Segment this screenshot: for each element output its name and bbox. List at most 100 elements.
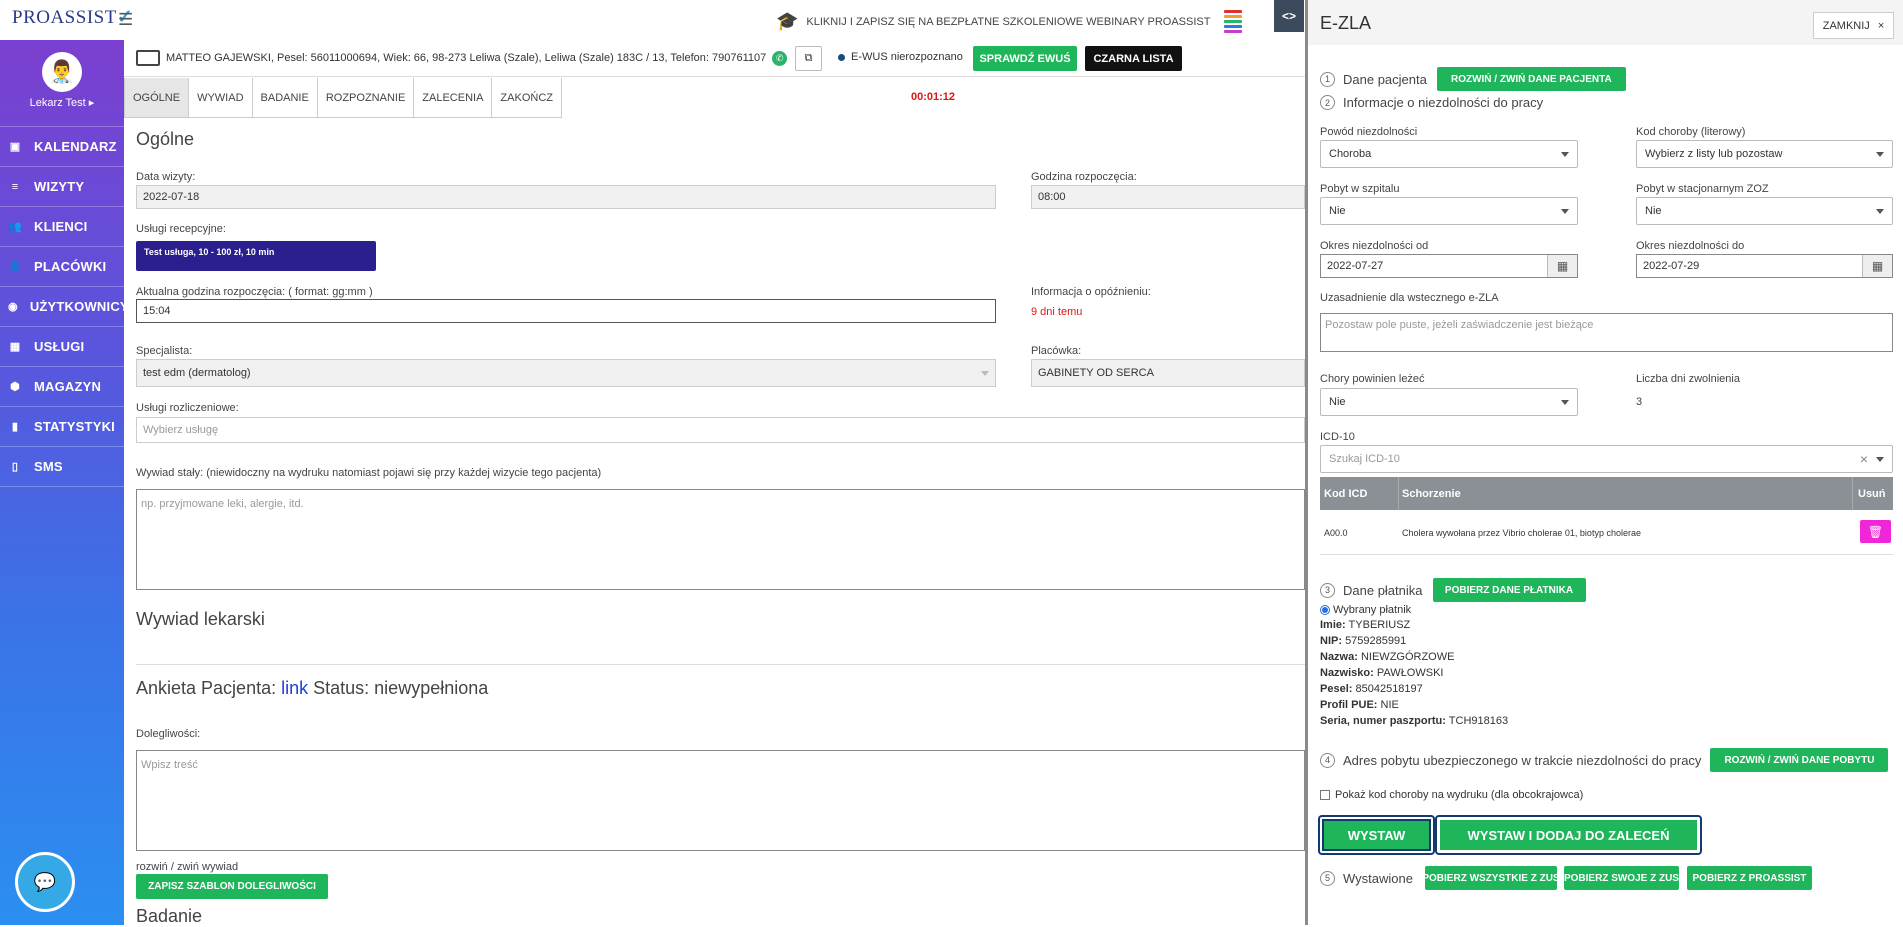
calendar-icon[interactable]: ▦ — [1547, 255, 1577, 277]
reason-select[interactable]: Choroba — [1320, 140, 1578, 168]
show-code-checkbox[interactable]: Pokaż kod choroby na wydruku (dla obcokr… — [1320, 789, 1583, 801]
icd-search-input[interactable]: Szukaj ICD-10 × — [1320, 445, 1893, 473]
sidebar-item-label: SMS — [34, 459, 63, 474]
section-patient-data: 1 Dane pacjenta ROZWIŃ / ZWIŃ DANE PACJE… — [1320, 67, 1626, 91]
tab-3[interactable]: ROZPOZNANIE — [317, 78, 415, 118]
tab-5[interactable]: ZAKOŃCZ — [492, 78, 562, 118]
icd-disease: Cholera wywołana przez Vibrio cholerae 0… — [1402, 528, 1641, 538]
hospital-select[interactable]: Nie — [1320, 197, 1578, 225]
color-bar — [1224, 15, 1243, 18]
tab-1[interactable]: WYWIAD — [189, 78, 253, 118]
sidebar-item-5[interactable]: ▦ USŁUGI — [0, 327, 124, 367]
check-ewus-button[interactable]: SPRAWDŹ EWUŚ — [973, 46, 1077, 71]
lying-select[interactable]: Nie — [1320, 388, 1578, 416]
period-to-input[interactable]: 2022-07-29 ▦ — [1636, 254, 1893, 278]
reception-service-tag[interactable]: Test usługa, 10 - 100 zł, 10 min — [136, 241, 376, 271]
chevron-down-icon — [1561, 399, 1569, 405]
tab-0[interactable]: OGÓLNE — [124, 78, 190, 118]
toggle-address-button[interactable]: ROZWIŃ / ZWIŃ DANE POBYTU — [1710, 748, 1889, 772]
patient-bar: MATTEO GAJEWSKI, Pesel: 56011000694, Wie… — [124, 40, 1305, 77]
current-time-input[interactable]: 15:04 — [136, 299, 996, 323]
color-bar — [1224, 30, 1243, 33]
id-card-icon — [136, 50, 160, 66]
tab-2[interactable]: BADANIE — [252, 78, 318, 118]
users-icon: 👥 — [8, 221, 22, 233]
step-number: 2 — [1320, 95, 1335, 110]
reason-label: Powód niezdolności — [1320, 126, 1418, 138]
phone-icon[interactable]: ✆ — [772, 50, 788, 66]
sidebar-item-4[interactable]: ◉ UŻYTKOWNICY — [0, 287, 129, 327]
chevron-down-icon — [1876, 456, 1884, 462]
panel-title: E-ZLA — [1320, 13, 1372, 33]
start-time-field[interactable]: 08:00 — [1031, 185, 1305, 209]
days-label: Liczba dni zwolnienia — [1636, 373, 1740, 385]
justification-textarea[interactable]: Pozostaw pole puste, jeżeli zaświadczeni… — [1320, 313, 1893, 352]
facility-field[interactable]: GABINETY OD SERCA — [1031, 359, 1305, 387]
step-number: 5 — [1320, 870, 1335, 886]
sidebar-item-8[interactable]: ▯ SMS — [0, 447, 124, 487]
hamburger-menu-icon[interactable]: ☰ — [118, 10, 133, 30]
fetch-own-zus-button[interactable]: POBIERZ SWOJE Z ZUS — [1563, 866, 1679, 890]
radio-checked-icon[interactable] — [1320, 605, 1330, 615]
blacklist-button[interactable]: CZARNA LISTA — [1085, 46, 1182, 71]
page-title: Ogólne — [136, 129, 195, 149]
specialist-value: test edm (dermatolog) — [143, 367, 251, 379]
checkbox-icon[interactable] — [1320, 790, 1330, 800]
issue-and-add-button[interactable]: WYSTAW I DODAJ DO ZALECEŃ — [1437, 817, 1700, 853]
sidebar: 👨‍⚕️ Lekarz Test ▸ ▣ KALENDARZ ≡ WIZYTY 👥 KLI… — [0, 40, 129, 925]
user-profile[interactable]: 👨‍⚕️ Lekarz Test ▸ — [0, 52, 124, 127]
issue-button[interactable]: WYSTAW — [1320, 817, 1433, 853]
username[interactable]: Lekarz Test ▸ — [0, 96, 124, 109]
survey-link[interactable]: link — [281, 678, 308, 698]
calendar-icon: ▣ — [9, 141, 21, 153]
complaints-textarea[interactable]: Wpisz treść — [136, 750, 1305, 851]
building-user-icon: 👤 — [8, 261, 22, 273]
permanent-history-label: Wywiad stały: (niewidoczny na wydruku na… — [136, 467, 602, 479]
tab-4[interactable]: ZALECENIA — [414, 78, 493, 118]
visit-date-field[interactable]: 2022-07-18 — [136, 185, 996, 209]
sidebar-item-0[interactable]: ▣ KALENDARZ — [0, 127, 124, 167]
fetch-proassist-button[interactable]: POBIERZ Z PROASSIST — [1686, 866, 1812, 890]
logo[interactable]: PROASSIST✓ — [12, 6, 133, 29]
announcement-text[interactable]: KLIKNIJ I ZAPISZ SIĘ NA BEZPŁATNE SZKOLE… — [806, 16, 1210, 28]
webinar-announcement[interactable]: 🎓 KLIKNIJ I ZAPISZ SIĘ NA BEZPŁATNE SZKO… — [776, 10, 1243, 33]
icd-table-header: Kod ICD Schorzenie Usuń — [1320, 477, 1893, 510]
permanent-history-textarea[interactable]: np. przyjmowane leki, alergie, itd. — [136, 489, 1305, 590]
toggle-patient-data-button[interactable]: ROZWIŃ / ZWIŃ DANE PACJENTA — [1436, 67, 1626, 91]
period-from-input[interactable]: 2022-07-27 ▦ — [1320, 254, 1578, 278]
step-number: 3 — [1320, 582, 1335, 598]
section-issued: 5 Wystawione POBIERZ WSZYSTKIE Z ZUS POB… — [1320, 866, 1812, 890]
delay-label: Informacja o opóźnieniu: — [1031, 286, 1151, 298]
disease-code-label: Kod choroby (literowy) — [1636, 126, 1746, 138]
sidebar-item-3[interactable]: 👤 PLACÓWKI — [0, 247, 124, 287]
sidebar-item-1[interactable]: ≡ WIZYTY — [0, 167, 124, 207]
box-icon: ⬢ — [10, 381, 20, 393]
sidebar-item-2[interactable]: 👥 KLIENCI — [0, 207, 124, 247]
fetch-all-zus-button[interactable]: POBIERZ WSZYSTKIE Z ZUS — [1422, 866, 1560, 890]
sidebar-item-label: USŁUGI — [34, 339, 85, 354]
visit-tabs: OGÓLNE WYWIAD BADANIE ROZPOZNANIE ZALECENIA Z… — [124, 78, 562, 118]
billing-services-select[interactable]: Wybierz usługę — [136, 417, 1305, 443]
save-template-button[interactable]: ZAPISZ SZABLON DOLEGLIWOŚCI — [136, 874, 328, 899]
specialist-select[interactable]: test edm (dermatolog) — [136, 359, 996, 387]
complaints-label: Dolegliwości: — [136, 728, 201, 740]
fetch-payer-button[interactable]: POBIERZ DANE PŁATNIKA — [1432, 578, 1586, 602]
user-icon: ◉ — [8, 301, 18, 313]
payer-radio[interactable]: Wybrany płatnik — [1320, 604, 1411, 616]
close-icon: × — [1877, 19, 1885, 32]
close-button[interactable]: ZAMKNIJ × — [1813, 12, 1894, 39]
panel-toggle-icon[interactable]: <> — [1274, 0, 1304, 32]
sidebar-item-6[interactable]: ⬢ MAGAZYN — [0, 367, 124, 407]
trash-icon[interactable]: 🗑 — [1860, 520, 1891, 543]
zoz-select[interactable]: Nie — [1636, 197, 1893, 225]
top-bar: PROASSIST✓ ☰ 🎓 KLIKNIJ I ZAPISZ SIĘ NA B… — [0, 0, 1305, 40]
calendar-icon[interactable]: ▦ — [1862, 255, 1892, 277]
payer-field: Pesel: 85042518197 — [1320, 683, 1423, 695]
toggle-history-link[interactable]: rozwiń / zwiń wywiad — [136, 861, 238, 873]
sidebar-item-7[interactable]: ▮ STATYSTYKI — [0, 407, 124, 447]
clear-icon[interactable]: × — [1860, 451, 1868, 467]
copy-button[interactable]: ⧉ — [795, 46, 822, 71]
hospital-label: Pobyt w szpitalu — [1320, 183, 1400, 195]
chat-icon[interactable]: 💬 — [15, 852, 75, 912]
disease-code-select[interactable]: Wybierz z listy lub pozostaw — [1636, 140, 1893, 168]
